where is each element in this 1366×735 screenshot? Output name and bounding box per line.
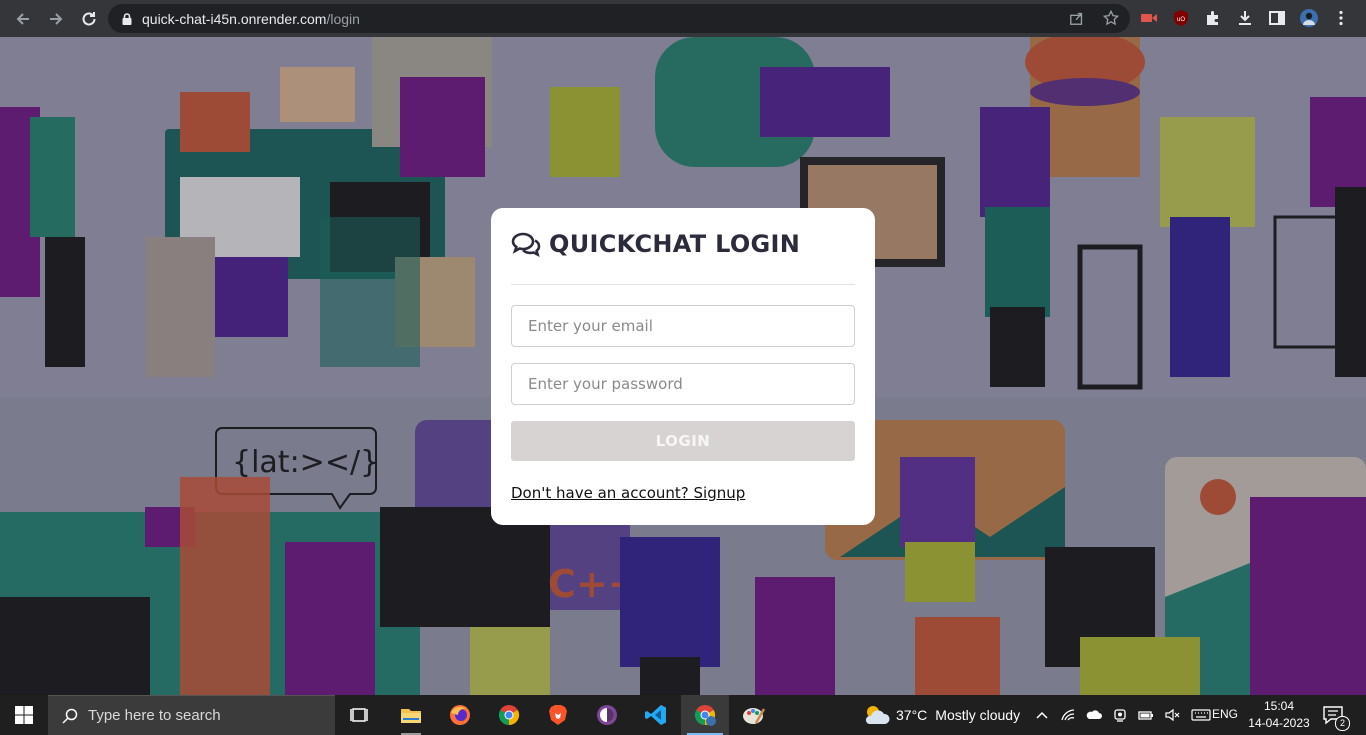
reload-button[interactable]	[74, 4, 104, 34]
browser-toolbar: quick-chat-i45n.onrender.com/login uO	[0, 0, 1366, 37]
chrome-profile-icon[interactable]	[681, 695, 729, 735]
search-icon	[62, 708, 78, 724]
menu-kebab-icon[interactable]	[1332, 9, 1350, 27]
clock-time: 15:04	[1263, 699, 1295, 713]
clock-date: 14-04-2023	[1248, 716, 1310, 730]
back-icon	[16, 12, 29, 25]
forward-button[interactable]	[41, 4, 71, 34]
signup-link[interactable]: Don't have an account? Signup	[511, 484, 745, 502]
weather-condition: Mostly cloudy	[935, 707, 1021, 723]
reload-icon	[82, 11, 96, 25]
file-explorer-icon[interactable]	[387, 695, 435, 735]
weather-temperature: 37°C	[896, 707, 928, 723]
url-host: quick-chat-i45n.onrender.com	[142, 10, 327, 27]
share-icon[interactable]	[1068, 9, 1086, 27]
login-button[interactable]: LOGIN	[511, 421, 855, 461]
svg-text:uO: uO	[1177, 17, 1185, 23]
profile-avatar[interactable]	[1300, 9, 1318, 27]
chevron-up-icon[interactable]	[1034, 707, 1050, 723]
webcam-icon[interactable]	[1112, 707, 1128, 723]
input-language[interactable]: ENG	[1212, 707, 1238, 721]
chat-bubbles-icon	[511, 232, 541, 257]
weather-widget[interactable]: 37°C Mostly cloudy	[862, 695, 1020, 735]
tor-browser-icon[interactable]	[583, 695, 631, 735]
screen-recorder-extension-icon[interactable]	[1140, 9, 1158, 27]
cloudy-weather-icon	[865, 706, 890, 724]
download-icon[interactable]	[1236, 9, 1254, 27]
notification-count-badge: 2	[1335, 716, 1350, 731]
url-text: quick-chat-i45n.onrender.com/login	[142, 11, 360, 27]
side-panel-icon[interactable]	[1268, 9, 1286, 27]
bookmark-star-icon[interactable]	[1102, 9, 1120, 27]
taskbar-search-placeholder: Type here to search	[88, 707, 221, 724]
firefox-icon[interactable]	[436, 695, 484, 735]
windows-logo-icon	[15, 706, 33, 724]
back-button[interactable]	[8, 4, 38, 34]
password-field[interactable]	[511, 363, 855, 405]
brave-icon[interactable]	[534, 695, 582, 735]
keyboard-icon[interactable]	[1190, 707, 1212, 723]
onedrive-icon[interactable]	[1086, 707, 1102, 723]
task-view-icon[interactable]	[336, 695, 384, 735]
taskbar-search[interactable]: Type here to search	[48, 695, 335, 735]
title-divider	[511, 284, 855, 285]
battery-icon[interactable]	[1138, 707, 1154, 723]
chrome-icon[interactable]	[485, 695, 533, 735]
address-bar[interactable]: quick-chat-i45n.onrender.com/login	[108, 4, 1130, 33]
paint-icon[interactable]	[730, 695, 778, 735]
login-title: QUICKCHAT LOGIN	[511, 230, 800, 258]
login-card: QUICKCHAT LOGIN LOGIN Don't have an acco…	[491, 208, 875, 525]
vscode-icon[interactable]	[632, 695, 680, 735]
wifi-icon[interactable]	[1060, 707, 1076, 723]
forward-icon	[50, 12, 63, 25]
windows-taskbar: Type here to search 37°C Mostly cloudy E…	[0, 695, 1366, 735]
login-title-text: QUICKCHAT LOGIN	[549, 230, 801, 258]
extensions-puzzle-icon[interactable]	[1204, 9, 1222, 27]
volume-muted-icon[interactable]	[1164, 707, 1180, 723]
ublock-extension-icon[interactable]: uO	[1172, 9, 1190, 27]
taskbar-clock[interactable]: 15:04 14-04-2023	[1246, 698, 1312, 732]
email-field[interactable]	[511, 305, 855, 347]
url-path: /login	[326, 10, 360, 27]
start-button[interactable]	[0, 695, 48, 735]
system-tray	[1034, 695, 1212, 735]
lock-icon	[122, 12, 132, 25]
